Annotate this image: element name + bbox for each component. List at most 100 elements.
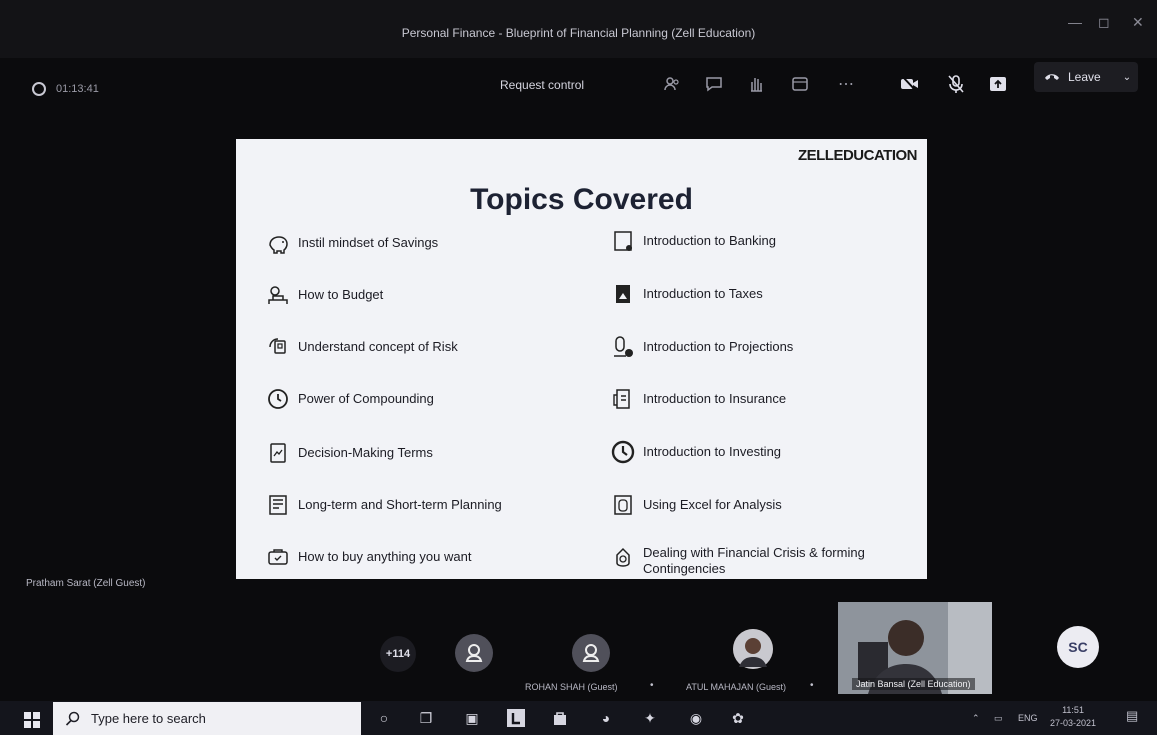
topic-item: Using Excel for Analysis [611,493,927,517]
slide-title: Topics Covered [470,183,693,216]
bank-icon [614,231,632,251]
participant-avatar[interactable] [572,634,610,672]
minimize-icon[interactable]: — [1068,14,1082,30]
camera-off-icon[interactable] [898,72,922,96]
show-hidden-icons-icon[interactable]: ⌃ [972,713,980,724]
piggy-bank-icon [269,236,288,254]
topic-label: Introduction to Banking [643,233,776,248]
timer-text: 01:13:41 [56,83,99,95]
close-icon[interactable]: ✕ [1132,14,1144,31]
participant-name: ATUL MAHAJAN (Guest) [686,682,787,692]
window-title: Personal Finance - Blueprint of Financia… [401,26,756,40]
leave-button[interactable]: Leave ⌄ [1034,62,1138,92]
search-placeholder: Type here to search [91,711,206,726]
cortana-icon[interactable]: ○ [374,708,394,728]
planning-icon [269,495,287,515]
topic-label: How to Budget [298,287,384,302]
mic-off-icon[interactable] [944,72,968,96]
topic-label: Long-term and Short-term Planning [298,497,502,512]
share-icon[interactable] [986,72,1010,96]
notification-icon[interactable]: ▤ [1126,708,1138,724]
people-icon[interactable] [660,72,684,96]
topic-item: Introduction to Projections [611,335,927,359]
person-icon [582,644,600,662]
leave-label: Leave [1068,70,1101,84]
person-icon [465,644,483,662]
chevron-down-icon[interactable]: ⌄ [1123,72,1131,83]
insurance-icon [613,389,630,409]
risk-icon [269,338,286,354]
topic-label: Understand concept of Risk [298,339,458,354]
chrome-icon[interactable]: ◉ [686,708,706,728]
chat-icon[interactable] [702,72,726,96]
topic-item: How to buy anything you want [266,545,596,569]
shared-slide: ZELLEDUCATION Topics Covered Instil mind… [236,139,927,579]
topic-item: How to Budget [266,283,596,307]
topic-item: Introduction to Banking [611,229,927,253]
excel-icon [614,495,632,515]
topic-label: Instil mindset of Savings [298,235,439,250]
more-icon[interactable]: ⋯ [834,72,858,96]
crisis-icon [616,547,630,567]
task-view-icon[interactable]: ❐ [416,708,436,728]
mic-off-icon: • [810,680,814,691]
topic-label: Using Excel for Analysis [643,497,782,512]
phone-icon [1044,70,1060,84]
clock-time: 11:51 [1062,705,1084,715]
record-icon [32,82,46,96]
tax-icon [616,285,630,303]
clock-icon [611,440,635,464]
topic-item: Decision-Making Terms [266,441,596,465]
store-icon[interactable] [550,708,570,728]
request-control-button[interactable]: Request control [500,78,584,92]
topic-label: How to buy anything you want [298,549,472,564]
title-bar: Personal Finance - Blueprint of Financia… [0,0,1157,58]
language-indicator[interactable]: ENG [1018,713,1038,723]
document-chart-icon [270,443,286,463]
maximize-icon[interactable]: ◻ [1098,14,1110,31]
more-participants-button[interactable]: +114 [380,636,416,672]
topic-item: Dealing with Financial Crisis & forming … [611,545,911,577]
budget-icon [268,286,288,304]
mic-off-icon: • [650,680,654,691]
topic-item: Instil mindset of Savings [266,231,596,255]
clock-icon [268,389,288,409]
taskbar-clock[interactable]: 11:51 27-03-2021 [1050,704,1096,730]
participant-avatar[interactable] [455,634,493,672]
taskbar-search-box[interactable]: Type here to search [53,702,361,735]
app-l-icon[interactable] [506,708,526,728]
shopping-icon [268,549,288,565]
topic-label: Decision-Making Terms [298,445,433,460]
topic-item: Introduction to Taxes [611,282,927,306]
participant-photo[interactable] [733,629,773,669]
participant-name: ROHAN SHAH (Guest) [525,682,618,692]
clock-date: 27-03-2021 [1050,718,1097,728]
teams-icon[interactable]: ✿ [728,708,748,728]
topic-label: Introduction to Projections [643,339,794,354]
edge-icon[interactable]: ◕ [596,708,616,728]
topic-label: Introduction to Investing [643,444,782,459]
participant-name: Jatin Bansal (Zell Education) [852,678,975,690]
brand-text: ZELLEDUCATION [797,147,918,164]
topic-item: Introduction to Investing [611,440,927,464]
file-explorer-icon[interactable]: ▣ [462,708,482,728]
participant-initials-avatar[interactable]: SC [1057,626,1099,668]
topic-label: Introduction to Insurance [643,391,787,406]
presenter-name: Pratham Sarat (Zell Guest) [26,578,146,589]
slide-brand-logo: ZELLEDUCATION [797,147,918,164]
rooms-icon[interactable] [788,72,812,96]
topic-item: Power of Compounding [266,387,596,411]
topic-item: Understand concept of Risk [266,335,596,359]
projection-icon [614,336,633,357]
topic-label: Introduction to Taxes [643,286,763,301]
meeting-timer: 01:13:41 [32,82,99,96]
topic-item: Introduction to Insurance [611,387,927,411]
topic-label: Dealing with Financial Crisis & forming … [643,545,865,576]
participant-video-tile[interactable]: Jatin Bansal (Zell Education) [838,602,992,694]
slack-icon[interactable]: ✦ [640,708,660,728]
network-icon[interactable]: ▭ [994,713,1003,724]
person-photo-icon [733,629,773,669]
raise-hand-icon[interactable] [744,72,768,96]
topic-item: Long-term and Short-term Planning [266,493,596,517]
windows-start-icon[interactable] [24,712,40,728]
